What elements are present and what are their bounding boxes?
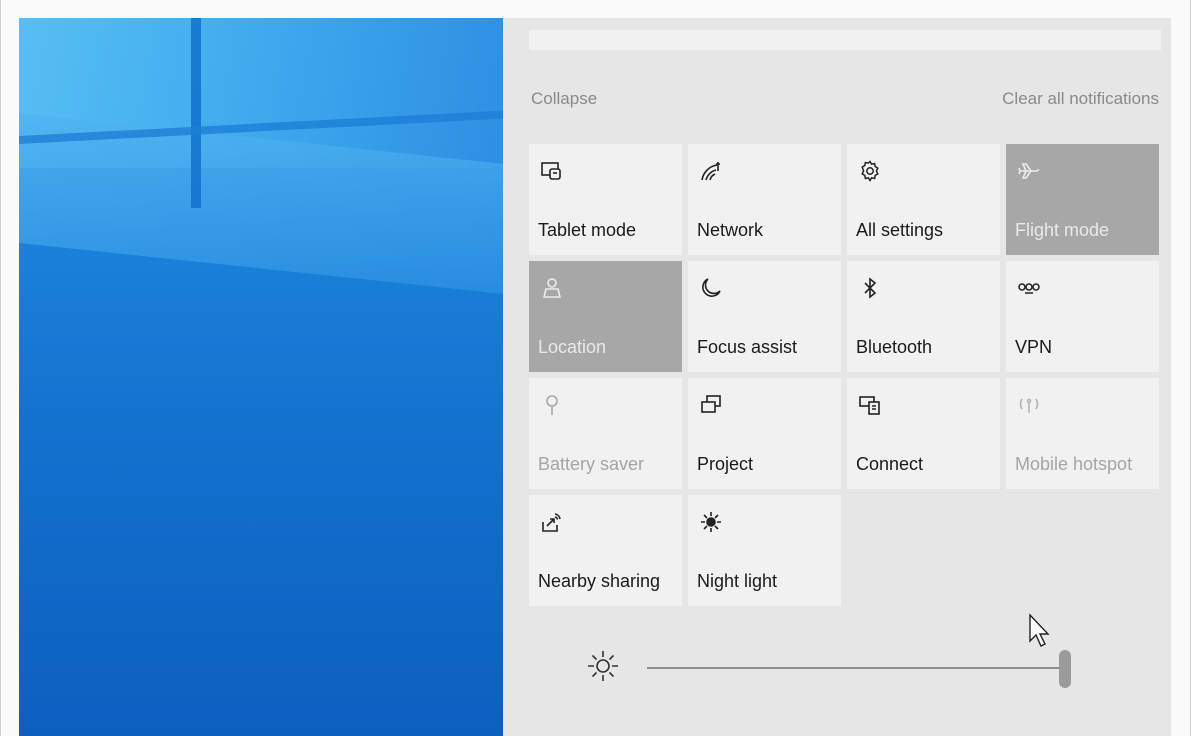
tile-all-settings[interactable]: All settings	[847, 144, 1000, 255]
desktop-wallpaper	[19, 18, 503, 736]
tile-label: Flight mode	[1015, 220, 1110, 240]
tile-mobile-hotspot[interactable]: Mobile hotspot	[1006, 378, 1159, 489]
battery-saver-icon	[539, 392, 565, 418]
wallpaper-shade	[19, 258, 503, 736]
night-light-icon	[698, 509, 724, 535]
vpn-icon	[1016, 275, 1042, 301]
tile-night-light[interactable]: Night light	[688, 495, 841, 606]
collapse-link[interactable]: Collapse	[531, 89, 597, 109]
wallpaper-window-frame-vertical	[191, 18, 201, 208]
tile-connect[interactable]: Connect	[847, 378, 1000, 489]
location-icon	[539, 275, 565, 301]
action-center: Collapse Clear all notifications Tablet …	[503, 18, 1171, 736]
tile-label: Project	[697, 454, 754, 474]
tile-label: All settings	[856, 220, 944, 240]
notification-area	[529, 30, 1161, 50]
tile-battery-saver[interactable]: Battery saver	[529, 378, 682, 489]
tile-label: Tablet mode	[538, 220, 637, 240]
tile-label: Connect	[856, 454, 924, 474]
tile-location[interactable]: Location	[529, 261, 682, 372]
tile-network[interactable]: Network	[688, 144, 841, 255]
tile-label: Night light	[697, 571, 778, 591]
connect-icon	[857, 392, 883, 418]
quick-actions-grid: Tablet mode Network All settings Flight …	[529, 144, 1161, 606]
tile-tablet-mode[interactable]: Tablet mode	[529, 144, 682, 255]
tile-label: Battery saver	[538, 454, 645, 474]
tablet-mode-icon	[539, 158, 565, 184]
network-icon	[698, 158, 724, 184]
gear-icon	[857, 158, 883, 184]
bluetooth-icon	[857, 275, 883, 301]
clear-all-notifications-link[interactable]: Clear all notifications	[1002, 89, 1159, 109]
moon-icon	[698, 275, 724, 301]
action-center-header: Collapse Clear all notifications	[529, 89, 1161, 113]
tile-label: Nearby sharing	[538, 571, 661, 591]
mouse-cursor-icon	[1028, 613, 1052, 651]
project-icon	[698, 392, 724, 418]
tile-bluetooth[interactable]: Bluetooth	[847, 261, 1000, 372]
tile-flight-mode[interactable]: Flight mode	[1006, 144, 1159, 255]
tile-label: Focus assist	[697, 337, 798, 357]
tile-vpn[interactable]: VPN	[1006, 261, 1159, 372]
airplane-icon	[1016, 158, 1042, 184]
brightness-slider-track[interactable]	[647, 667, 1071, 669]
tile-nearby-sharing[interactable]: Nearby sharing	[529, 495, 682, 606]
hotspot-icon	[1016, 392, 1042, 418]
tile-label: VPN	[1015, 337, 1053, 357]
tile-label: Bluetooth	[856, 337, 933, 357]
brightness-slider-thumb[interactable]	[1059, 650, 1071, 688]
tile-focus-assist[interactable]: Focus assist	[688, 261, 841, 372]
tile-project[interactable]: Project	[688, 378, 841, 489]
tile-label: Location	[538, 337, 607, 357]
brightness-icon	[585, 648, 621, 684]
window-frame: Collapse Clear all notifications Tablet …	[0, 0, 1191, 736]
nearby-sharing-icon	[539, 509, 565, 535]
tile-label: Network	[697, 220, 764, 240]
brightness-control	[529, 638, 1161, 698]
tile-label: Mobile hotspot	[1015, 454, 1133, 474]
